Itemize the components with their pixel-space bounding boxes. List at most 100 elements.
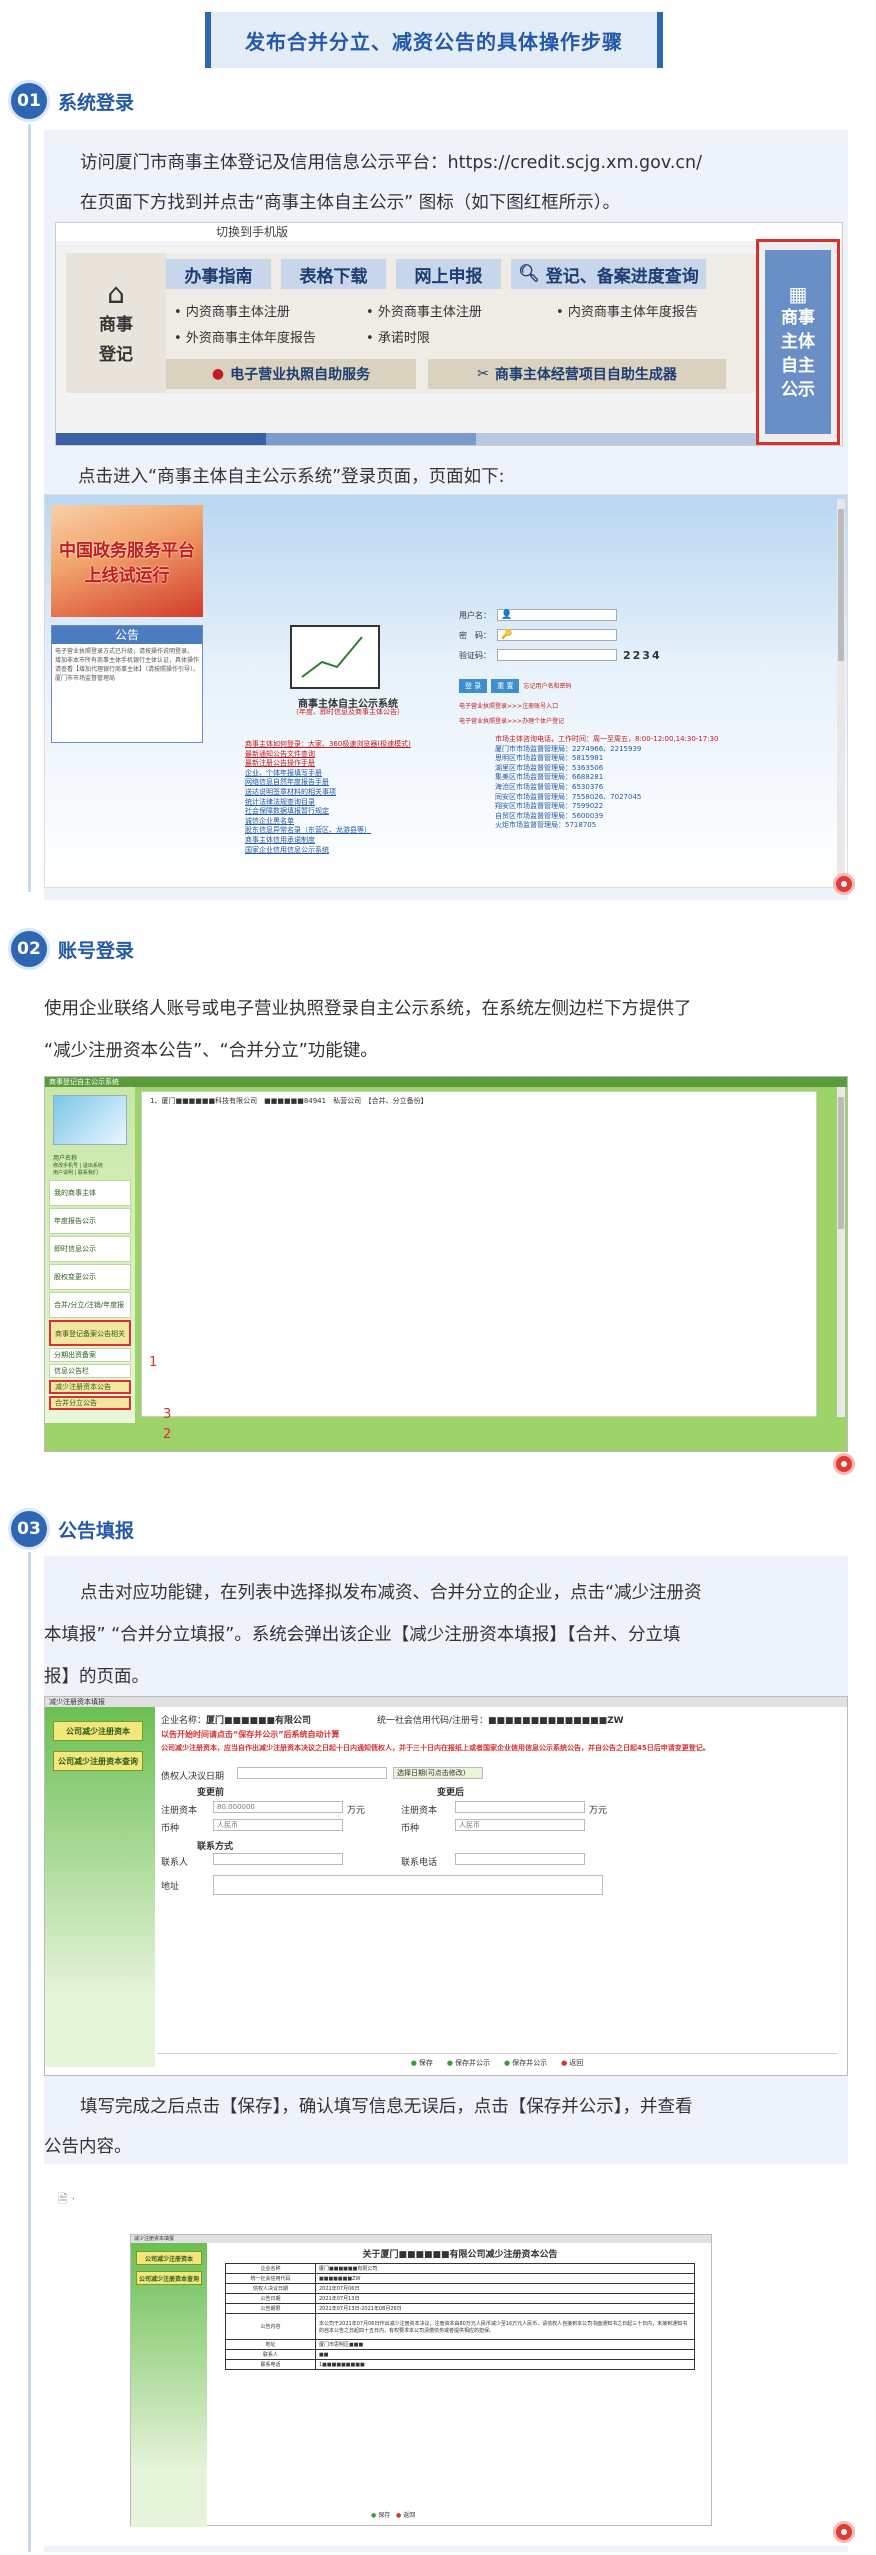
date-input[interactable] xyxy=(237,1767,387,1779)
help-link[interactable]: 用户说明 | 联系我们 xyxy=(45,1169,135,1176)
tile-label-2: 登记 xyxy=(99,344,133,365)
password-input[interactable]: 🔑 xyxy=(497,629,617,641)
section-02-heading: 02 账号登录 xyxy=(8,928,134,970)
help-link[interactable]: 送达说明签章材料的相关事项 xyxy=(245,788,445,798)
sidebar-item[interactable]: 股权变更公示 xyxy=(49,1264,131,1290)
marker-1: 1 xyxy=(149,1355,158,1370)
announcement-screenshot: 🗎 · 减少注册资本填报 公司减少注册资本 公司减少注册资本查询 关于厦门■■■… xyxy=(44,2164,848,2546)
sidebar-item[interactable]: 分期出资备案 xyxy=(49,1348,131,1362)
login-screenshot: 中国政务服务平台 上线试运行 公告 电子营业执照登录方式已升级，请按操作说明登录… xyxy=(44,494,848,888)
bullet-time-limit[interactable]: • 承诺时限 xyxy=(366,327,430,346)
switch-mobile-link[interactable]: 切换到手机版 xyxy=(56,223,842,241)
contact-phone-input[interactable] xyxy=(455,1853,585,1865)
help-link[interactable]: 网络信息自然年度报告手册 xyxy=(245,778,445,788)
save-publish-button-2[interactable]: 保存并公示 xyxy=(504,2058,547,2068)
help-link[interactable]: 企业、个体年报填写手册 xyxy=(245,769,445,779)
help-link[interactable]: 国家企业信用信息公示系统 xyxy=(245,846,445,856)
sidebar-item[interactable]: 即时信息公示 xyxy=(49,1236,131,1262)
gov-service-banner[interactable]: 中国政务服务平台 上线试运行 xyxy=(51,505,203,617)
sidebar-item-capital-reduction[interactable]: 减少注册资本公告 xyxy=(49,1380,131,1394)
pin-icon xyxy=(836,1456,852,1472)
cap-unit-after: 万元 xyxy=(589,1806,608,1816)
credit-code: ■■■■■■■■■■■■■■ZW xyxy=(488,1716,624,1726)
tab-online[interactable]: 网上申报 xyxy=(396,259,501,289)
reduce-capital-button[interactable]: 公司减少注册资本 xyxy=(53,1721,143,1741)
sidebar-item[interactable]: 我的商事主体 xyxy=(49,1180,131,1206)
reduce-capital-button[interactable]: 公司减少注册资本 xyxy=(136,2251,202,2265)
sidebar-item[interactable]: 年度报告公示 xyxy=(49,1208,131,1234)
license-icon: ● xyxy=(211,366,225,382)
currency-label-after: 币种 xyxy=(401,1824,420,1834)
page: 发布合并分立、减资公告的具体操作步骤 01 系统登录 访问厦门市商事主体登记及信… xyxy=(0,0,876,2555)
scrollbar[interactable] xyxy=(837,499,845,879)
section-02-badge: 02 xyxy=(8,928,50,970)
sidebar-item-merger-split[interactable]: 合并分立公告 xyxy=(49,1396,131,1410)
tab-guide[interactable]: 办事指南 xyxy=(166,259,271,289)
forgot-link[interactable]: 忘记用户名和密码 xyxy=(523,683,571,690)
currency-after-input[interactable]: 人民币 xyxy=(455,1819,585,1831)
bullet-foreign-reg[interactable]: • 外资商事主体注册 xyxy=(366,301,482,320)
tip-1[interactable]: 电子营业执照登录>>>注册账号入口 xyxy=(459,701,709,710)
help-link[interactable]: 商事主体信用承诺制度 xyxy=(245,836,445,846)
reset-button[interactable]: 重 置 xyxy=(491,679,520,693)
username-input[interactable]: 👤 xyxy=(497,609,617,621)
table-row: 联系电话 1■■■■■■■■■ xyxy=(225,2359,695,2370)
section-01-para-2: 在页面下方找到并点击“商事主体自主公示” 图标（如下图红框所示）。 xyxy=(80,193,620,213)
pin-icon xyxy=(836,2524,852,2540)
commerce-registration-tile[interactable]: ⌂ 商事 登记 xyxy=(66,253,166,393)
cap-before-input[interactable]: 80.000000 xyxy=(213,1801,343,1813)
bullet-foreign-report[interactable]: • 外资商事主体年度报告 xyxy=(174,327,316,346)
help-link[interactable]: 最新通知公告文件查询 xyxy=(245,750,445,760)
back-button[interactable]: 返回 xyxy=(396,2512,415,2519)
help-link[interactable]: 诚信企业黑名单 xyxy=(245,817,445,827)
calendar-icon: ▦ xyxy=(788,282,808,306)
form-main: 企业名称：厦门■■■■■■有限公司 统一社会信用代码/注册号：■■■■■■■■■… xyxy=(157,1709,837,2059)
tab-progress[interactable]: 🔍︎ 登记、备案进度查询 xyxy=(511,259,706,289)
save-publish-button[interactable]: 保存并公示 xyxy=(447,2058,490,2068)
captcha-image[interactable]: 2234 xyxy=(623,649,662,662)
user-label: 用户名称 xyxy=(53,1155,78,1162)
user-avatar xyxy=(53,1095,127,1145)
announcement-doc: 关于厦门■■■■■■有限公司减少注册资本公告 企业名称 厦门■■■■■■有限公司 … xyxy=(215,2247,705,2495)
company-name: 厦门■■■■■■有限公司 xyxy=(206,1716,312,1726)
help-link[interactable]: 商事主体如何登录：大家、360极速浏览器(极速模式) xyxy=(245,740,445,750)
reduce-capital-query-button[interactable]: 公司减少注册资本查询 xyxy=(136,2271,202,2285)
self-disclosure-tile[interactable]: ▦ 商事 主体 自主 公示 xyxy=(765,250,831,434)
help-link[interactable]: 最新注册公告操作手册 xyxy=(245,759,445,769)
save-button[interactable]: 保存 xyxy=(371,2512,390,2519)
sidebar-item[interactable]: 合并/分立/注销/年度报告公示 xyxy=(49,1292,131,1333)
scope-generator-button[interactable]: ✂ 商事主体经营项目自助生成器 xyxy=(428,359,726,389)
form-sidebar: 公司减少注册资本 公司减少注册资本查询 xyxy=(45,1707,155,2067)
save-button[interactable]: 保存 xyxy=(411,2058,433,2068)
home-icon: ⌂ xyxy=(107,276,125,310)
help-link[interactable]: 统计法律法规查询目录 xyxy=(245,798,445,808)
currency-before-input[interactable]: 人民币 xyxy=(213,1819,343,1831)
e-license-button[interactable]: ● 电子营业执照自助服务 xyxy=(166,359,416,389)
help-link[interactable]: 股东信息异常名录（东营区、龙游县等） xyxy=(245,826,445,836)
account-link[interactable]: 修改手机号 | 退出系统 xyxy=(45,1162,135,1169)
cap-after-input[interactable] xyxy=(455,1801,585,1813)
section-02-para-2: “减少注册资本公告”、“合并分立”功能键。 xyxy=(44,1041,378,1061)
capital-reduction-form-screenshot: 减少注册资本填报 公司减少注册资本 公司减少注册资本查询 企业名称：厦门■■■■… xyxy=(44,1696,848,2076)
bullet-domestic-report[interactable]: • 内资商事主体年度报告 xyxy=(556,301,698,320)
tab-forms[interactable]: 表格下载 xyxy=(281,259,386,289)
login-button[interactable]: 登 录 xyxy=(459,679,488,693)
section-03-para-1: 点击对应功能键，在列表中选择拟发布减资、合并分立的企业，点击“减少注册资 xyxy=(80,1583,702,1603)
document-icon: 🗎 · xyxy=(58,2192,76,2206)
help-link[interactable]: 社会保障数据填报暂行规定 xyxy=(245,807,445,817)
bullet-domestic-reg[interactable]: • 内资商事主体注册 xyxy=(174,301,290,320)
date-picker-button[interactable]: 选择日期(可点击修改) xyxy=(393,1767,483,1779)
scrollbar[interactable] xyxy=(837,1087,845,1417)
portal-screenshot: 切换到手机版 ⌂ 商事 登记 办事指南 表格下载 网上申报 🔍︎ 登记、备案进度… xyxy=(55,222,843,446)
sidebar-item[interactable]: 信息公告栏 xyxy=(49,1364,131,1378)
company-row[interactable]: 1、厦门■■■■■■科技有限公司 ■■■■■■84941 私营公司 【合并、分立… xyxy=(142,1092,816,1110)
contact-person-input[interactable] xyxy=(213,1853,343,1865)
sidebar-item-announcement[interactable]: 商事登记备案公告相关公告 xyxy=(49,1320,131,1362)
section-03-badge: 03 xyxy=(8,1508,50,1550)
captcha-input[interactable] xyxy=(497,649,617,661)
notice-body: 电子营业执照登录方式已升级，请按操作说明登录。 增加非本市所有商事主体手机银行主… xyxy=(55,648,200,682)
address-input[interactable] xyxy=(213,1875,603,1895)
tip-2[interactable]: 电子营业执照登录>>>办理个体户登记 xyxy=(459,716,709,725)
reduce-capital-query-button[interactable]: 公司减少注册资本查询 xyxy=(53,1751,143,1771)
back-button[interactable]: 返回 xyxy=(561,2058,583,2068)
